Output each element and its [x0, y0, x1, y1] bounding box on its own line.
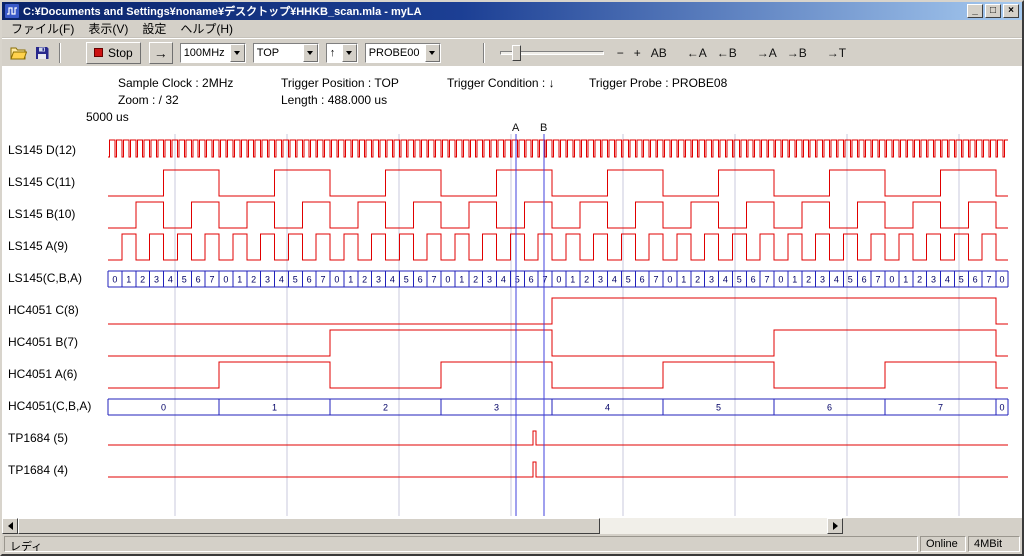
maximize-button[interactable]: □ [985, 4, 1001, 18]
clock-combo[interactable]: 100MHz [180, 43, 246, 63]
scroll-left-button[interactable] [2, 518, 18, 534]
close-button[interactable]: × [1003, 4, 1019, 18]
menu-file[interactable]: ファイル(F) [4, 19, 81, 38]
scroll-row [2, 518, 1022, 534]
stop-icon [94, 48, 103, 57]
trigger-edge-combo-value: ↑ [327, 47, 342, 59]
probe-combo-value: PROBE00 [366, 47, 425, 59]
horizontal-scrollbar[interactable] [2, 518, 843, 534]
trigger-position-combo-value: TOP [254, 47, 303, 59]
menu-settings[interactable]: 設定 [135, 19, 173, 38]
status-bar: レディ Online 4MBit [2, 534, 1022, 554]
menu-view[interactable]: 表示(V) [81, 19, 135, 38]
ab-cursor-button[interactable]: AB [646, 42, 672, 64]
stop-label: Stop [108, 46, 133, 60]
scroll-right-icon [833, 522, 842, 530]
app-icon [5, 4, 19, 18]
menu-help[interactable]: ヘルプ(H) [173, 19, 240, 38]
toolbar: Stop → 100MHz TOP ↑ PROBE00 − + AB ←A [2, 38, 1022, 66]
dropdown-arrow-icon[interactable] [230, 44, 245, 62]
window-title: C:¥Documents and Settings¥noname¥デスクトップ¥… [23, 3, 965, 19]
goto-b-next-button[interactable]: →B [782, 42, 812, 64]
toolbar-separator [483, 43, 485, 63]
goto-a-next-button[interactable]: →A [752, 42, 782, 64]
scrollbar-thumb[interactable] [18, 518, 600, 534]
minimize-button[interactable]: _ [967, 4, 983, 18]
run-arrow-icon: → [154, 45, 168, 61]
zoom-out-button[interactable]: − [612, 42, 629, 64]
save-floppy-icon [35, 46, 49, 60]
open-folder-icon [10, 46, 27, 60]
save-button[interactable] [30, 42, 54, 64]
app-window: C:¥Documents and Settings¥noname¥デスクトップ¥… [0, 0, 1024, 556]
zoom-slider[interactable] [500, 42, 604, 64]
zoom-slider-thumb[interactable] [512, 45, 521, 61]
toolbar-separator [59, 43, 61, 63]
clock-combo-value: 100MHz [181, 47, 230, 59]
goto-trigger-button[interactable]: →T [822, 42, 851, 64]
waveform-panel [2, 66, 1022, 518]
title-bar: C:¥Documents and Settings¥noname¥デスクトップ¥… [2, 2, 1022, 20]
probe-combo[interactable]: PROBE00 [365, 43, 441, 63]
status-online: Online [920, 536, 966, 552]
open-file-button[interactable] [6, 42, 30, 64]
dropdown-arrow-icon[interactable] [425, 44, 440, 62]
trigger-position-combo[interactable]: TOP [253, 43, 319, 63]
dropdown-arrow-icon[interactable] [303, 44, 318, 62]
status-memory: 4MBit [968, 536, 1020, 552]
run-button[interactable]: → [149, 42, 173, 64]
zoom-in-button[interactable]: + [629, 42, 646, 64]
status-ready: レディ [4, 536, 918, 552]
trigger-edge-combo[interactable]: ↑ [326, 43, 358, 63]
scrollbar-track[interactable] [18, 518, 827, 534]
scroll-left-icon [4, 522, 13, 530]
scroll-right-button[interactable] [827, 518, 843, 534]
dropdown-arrow-icon[interactable] [342, 44, 357, 62]
goto-b-prev-button[interactable]: ←B [712, 42, 742, 64]
stop-button[interactable]: Stop [86, 42, 141, 64]
goto-a-prev-button[interactable]: ←A [682, 42, 712, 64]
menu-bar: ファイル(F) 表示(V) 設定 ヘルプ(H) [2, 20, 1022, 38]
